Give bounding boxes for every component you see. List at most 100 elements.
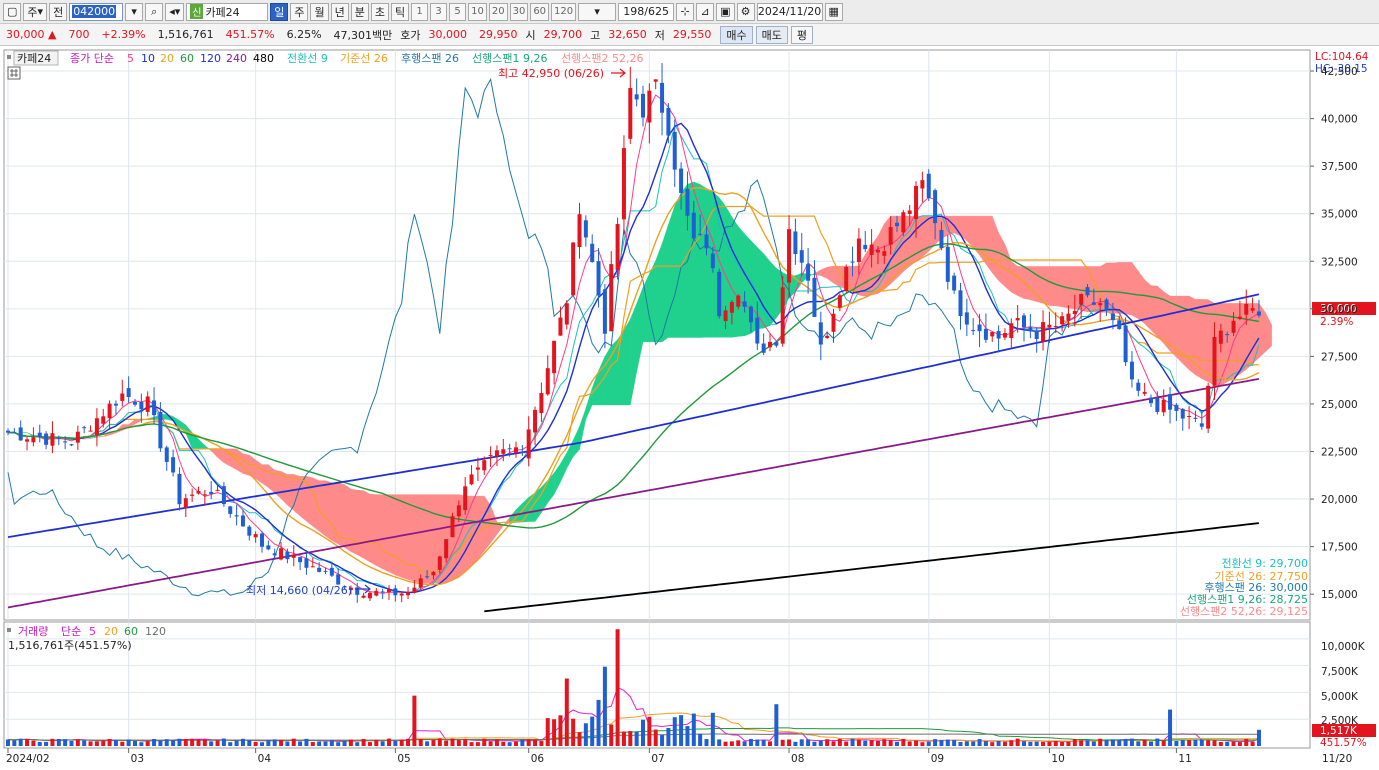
candle-body: [1244, 304, 1248, 315]
cloud-segment: [345, 485, 351, 552]
volume-bar: [241, 739, 245, 746]
candle-body: [705, 234, 709, 248]
stock-chart[interactable]: 카페24 종가 단순 5 10 20 60 120 240 480 전환선 9 …: [0, 46, 1379, 767]
candle-body: [793, 231, 797, 254]
candle-body: [616, 224, 620, 270]
period-button[interactable]: 전: [49, 3, 67, 21]
volume-bar: [578, 732, 582, 746]
cloud-segment: [446, 495, 452, 583]
chart-area[interactable]: 카페24 종가 단순 5 10 20 60 120 240 480 전환선 9 …: [0, 46, 1379, 767]
ma-10: 10: [141, 52, 155, 65]
volume-bar: [946, 740, 950, 746]
volume-bar: [914, 740, 918, 746]
candle-body: [965, 312, 969, 324]
candle-body: [1232, 321, 1236, 333]
volume-bar: [812, 742, 816, 746]
settings-icon[interactable]: ⚙: [737, 3, 755, 21]
stock-code-input[interactable]: 042000: [69, 3, 123, 21]
candle-body: [146, 396, 150, 411]
minute-1[interactable]: 1: [411, 3, 428, 21]
minute-3[interactable]: 3: [430, 3, 447, 21]
volume-bar: [1003, 742, 1007, 746]
grid-toggle-icon[interactable]: [8, 67, 20, 79]
cloud-segment: [433, 495, 439, 584]
cloud-segment: [770, 261, 776, 325]
candle-body: [1073, 311, 1077, 314]
sound-icon[interactable]: ◂▾: [165, 3, 184, 21]
minute-10[interactable]: 10: [468, 3, 487, 21]
volume-bar: [266, 740, 270, 746]
volume-bar: [1232, 742, 1236, 746]
volume-bar: [139, 742, 143, 746]
candle-body: [381, 591, 385, 592]
crosshair-icon[interactable]: ⊹: [676, 3, 694, 21]
bar-count-box[interactable]: 198/625: [618, 3, 674, 21]
interval-year[interactable]: 년: [331, 3, 349, 21]
volume-bar: [381, 741, 385, 746]
candle-body: [692, 213, 696, 239]
custom-interval-select[interactable]: ▾: [578, 3, 616, 21]
cloud-segment: [1049, 266, 1055, 305]
candle-body: [628, 88, 632, 139]
minute-30[interactable]: 30: [510, 3, 529, 21]
volume-bar: [1086, 740, 1090, 746]
sell-button[interactable]: 매도: [756, 26, 788, 44]
minute-60[interactable]: 60: [530, 3, 549, 21]
date-box[interactable]: 2024/11/20: [757, 3, 823, 21]
interval-second[interactable]: 초: [371, 3, 389, 21]
stock-name-box[interactable]: 신카페24: [186, 3, 268, 21]
cloud-segment: [1132, 262, 1138, 318]
volume-bar: [1200, 739, 1204, 746]
price-tick-label: 27,500: [1321, 351, 1358, 363]
candle-body: [406, 592, 410, 595]
candle-body: [31, 437, 35, 442]
candle-body: [44, 434, 48, 445]
volume-bar: [349, 740, 353, 746]
candle-body: [495, 450, 499, 456]
high-label: 고: [588, 27, 602, 43]
cloud-segment: [408, 495, 414, 582]
save-icon[interactable]: ▣: [716, 3, 734, 21]
volume-bar: [254, 742, 258, 746]
volume-bar: [362, 739, 366, 746]
candle-body: [1092, 302, 1096, 305]
interval-tick[interactable]: 틱: [391, 3, 409, 21]
price-tick-label: 20,000: [1321, 494, 1358, 506]
time-tick-label: 04: [258, 753, 272, 765]
volume-bar: [177, 739, 181, 746]
volume-bar: [209, 741, 213, 746]
cloud-segment: [675, 193, 681, 338]
minute-5[interactable]: 5: [449, 3, 466, 21]
buy-button[interactable]: 매수: [720, 26, 752, 44]
interval-day[interactable]: 일: [270, 3, 288, 21]
volume-ma-label: 단순: [61, 625, 81, 638]
volume-bar: [959, 742, 963, 746]
candle-body: [635, 94, 639, 99]
volume-bar: [597, 700, 601, 746]
candle-body: [197, 491, 201, 493]
candle-body: [1066, 314, 1070, 321]
time-tick-label: 09: [931, 753, 944, 765]
interval-month[interactable]: 월: [310, 3, 328, 21]
volume-bar: [762, 740, 766, 746]
volume-ma-120: 120: [145, 625, 166, 638]
calendar-icon[interactable]: ▦: [825, 3, 843, 21]
volume-bar: [565, 679, 569, 747]
draw-icon[interactable]: ⊿: [696, 3, 714, 21]
search-icon[interactable]: ⌕: [145, 3, 163, 21]
volume-bar: [832, 741, 836, 746]
evaluate-button[interactable]: 평: [791, 26, 813, 44]
volume-bar: [622, 731, 626, 746]
volume-bar: [76, 739, 80, 746]
interval-minute[interactable]: 분: [351, 3, 369, 21]
minute-120[interactable]: 120: [551, 3, 576, 21]
minute-20[interactable]: 20: [489, 3, 508, 21]
volume-bar: [393, 741, 397, 746]
candle-body: [412, 588, 416, 593]
dropdown-icon[interactable]: ▾: [125, 3, 143, 21]
market-type-select[interactable]: 주▾: [23, 3, 47, 21]
interval-week[interactable]: 주: [290, 3, 308, 21]
volume-bar: [152, 739, 156, 746]
window-icon[interactable]: ▢: [3, 3, 21, 21]
cloud-segment: [389, 495, 395, 575]
